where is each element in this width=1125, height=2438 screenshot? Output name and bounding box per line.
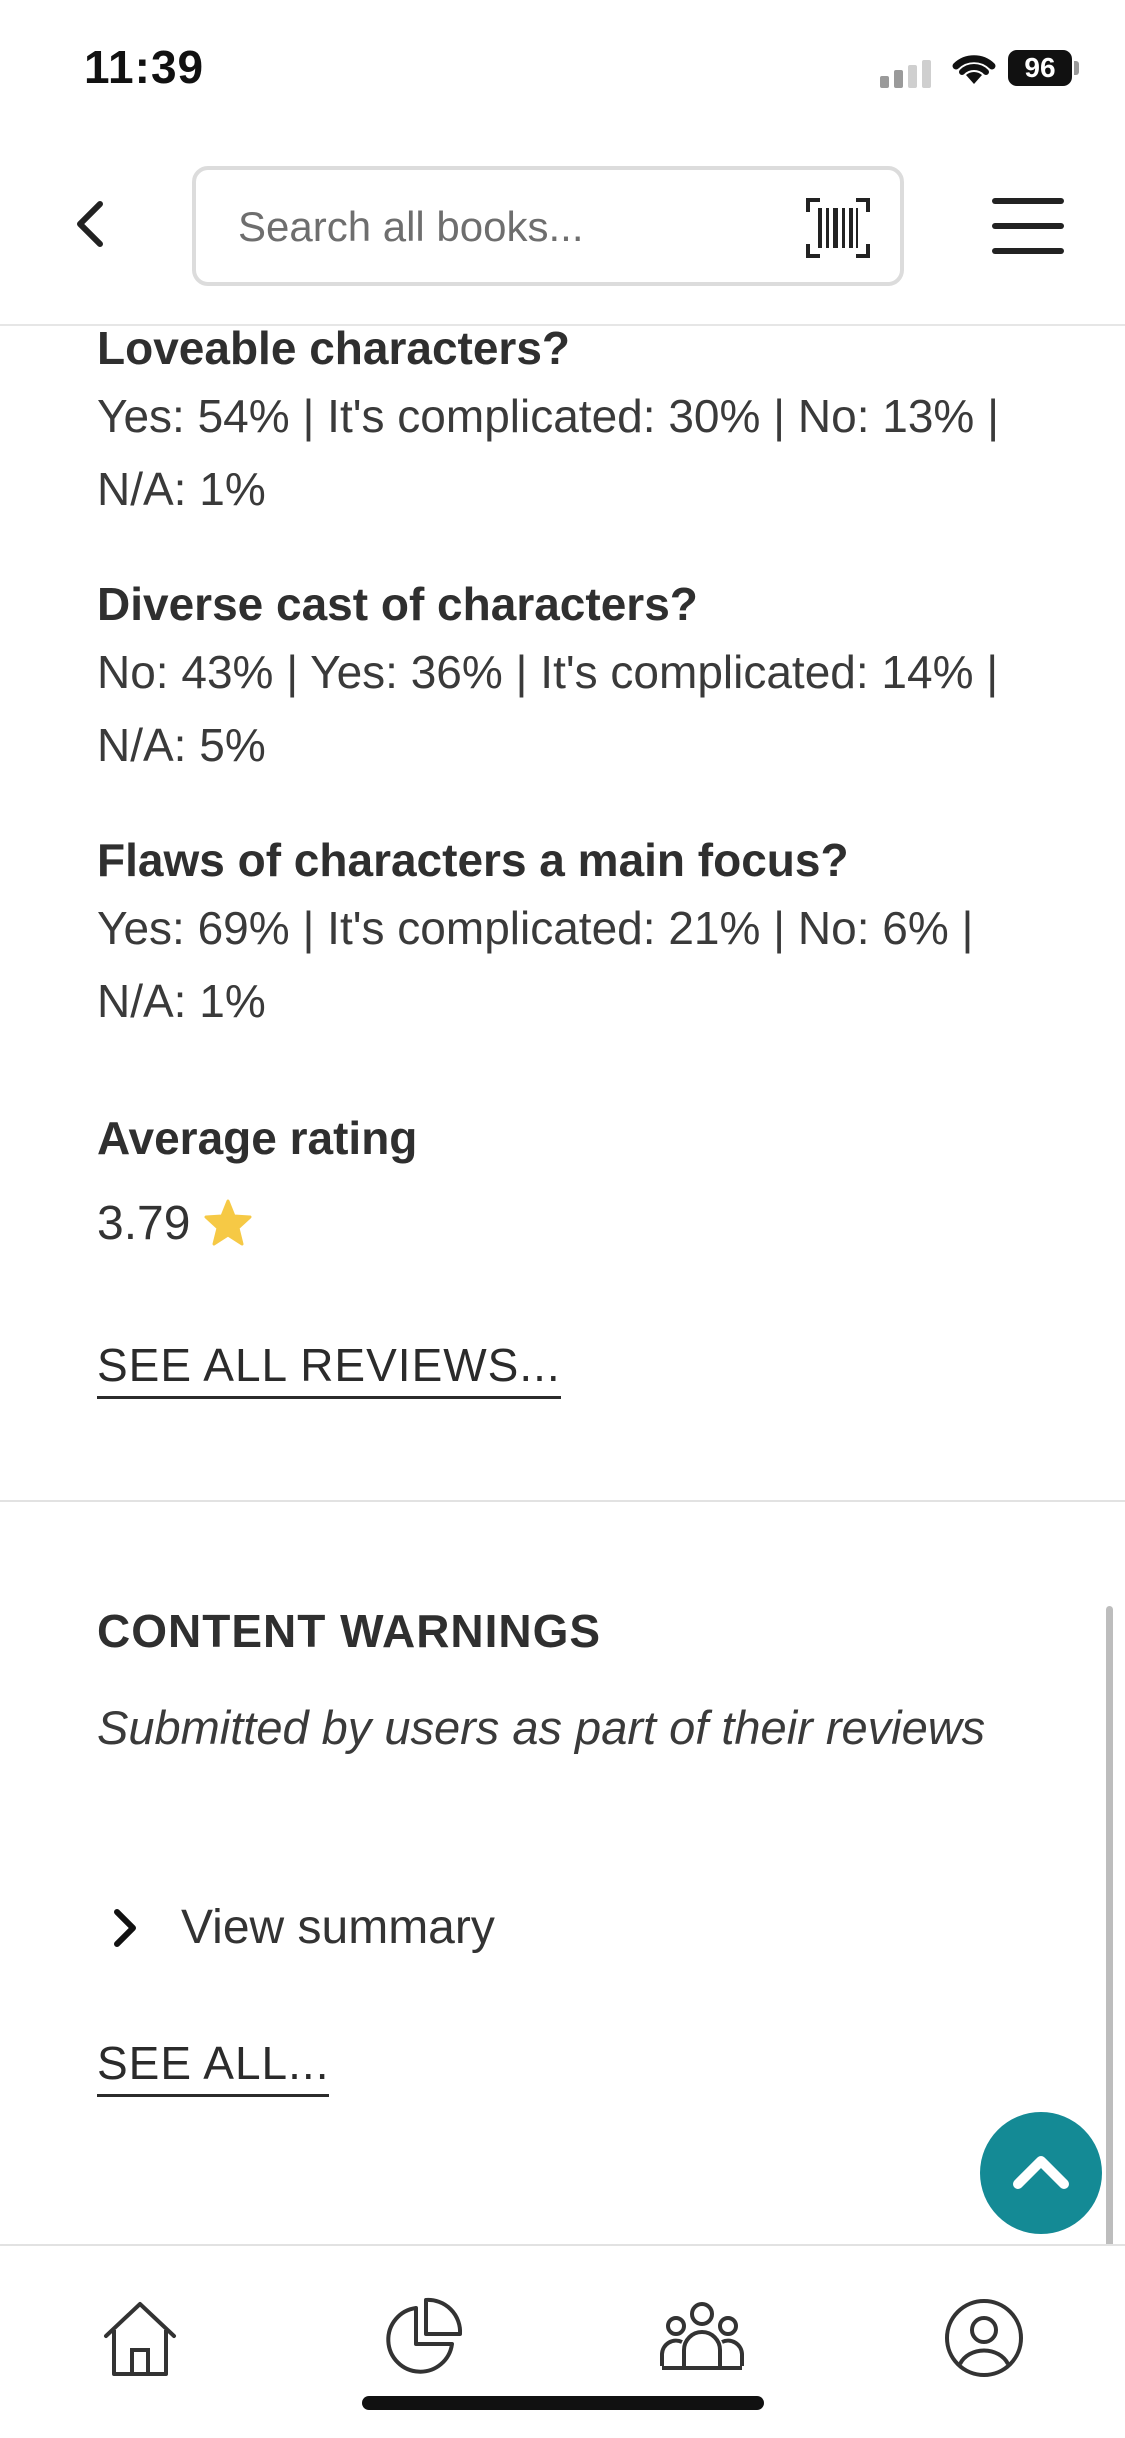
content-warnings-subtitle: Submitted by users as part of their revi…: [97, 1701, 986, 1754]
question-title: Diverse cast of characters?: [97, 578, 698, 630]
top-header: [0, 140, 1125, 326]
battery-tip: [1074, 61, 1079, 75]
question-results: Yes: 69% | It's complicated: 21% | No: 6…: [97, 902, 974, 1027]
menu-icon[interactable]: [990, 196, 1066, 256]
back-icon[interactable]: [60, 192, 124, 256]
barcode-icon[interactable]: [804, 196, 872, 260]
see-all-warnings-link[interactable]: SEE ALL...: [97, 2036, 330, 2097]
scroll-to-top-button[interactable]: [980, 2112, 1102, 2234]
home-indicator: [362, 2396, 764, 2410]
rating-value: 3.79: [97, 1197, 191, 1250]
star-icon: [204, 1199, 252, 1246]
question-results: No: 43% | Yes: 36% | It's complicated: 1…: [97, 646, 999, 771]
question-item: Diverse cast of characters? No: 43% | Ye…: [97, 572, 1037, 782]
status-bar: 11:39 96: [0, 0, 1125, 140]
search-input[interactable]: [236, 170, 760, 284]
community-icon[interactable]: [660, 2296, 744, 2380]
chevron-right-icon: [114, 1909, 136, 1947]
view-summary-label: View summary: [181, 1901, 495, 1954]
battery-indicator: 96: [1008, 50, 1072, 86]
scrollbar[interactable]: [1106, 1606, 1113, 2336]
question-title: Loveable characters?: [97, 322, 571, 374]
questions-list: Loveable characters? Yes: 54% | It's com…: [97, 316, 1037, 1038]
search-box: [192, 166, 904, 286]
see-all-reviews-link[interactable]: SEE ALL REVIEWS...: [97, 1338, 561, 1399]
question-results: Yes: 54% | It's complicated: 30% | No: 1…: [97, 390, 1000, 515]
content-warnings-title: CONTENT WARNINGS: [97, 1605, 602, 1657]
wifi-icon: [952, 55, 996, 84]
question-title: Flaws of characters a main focus?: [97, 834, 849, 886]
question-item: Flaws of characters a main focus? Yes: 6…: [97, 828, 1037, 1038]
view-summary-toggle[interactable]: View summary: [97, 1894, 597, 1964]
stats-icon[interactable]: [380, 2296, 464, 2380]
signal-icon: [880, 60, 931, 88]
rating-label: Average rating: [97, 1112, 418, 1164]
section-divider: [0, 1500, 1125, 1502]
profile-icon[interactable]: [942, 2296, 1026, 2380]
chevron-up-icon: [1013, 2156, 1069, 2189]
home-icon[interactable]: [98, 2296, 182, 2380]
question-item: Loveable characters? Yes: 54% | It's com…: [97, 316, 1037, 526]
status-time: 11:39: [84, 41, 205, 93]
